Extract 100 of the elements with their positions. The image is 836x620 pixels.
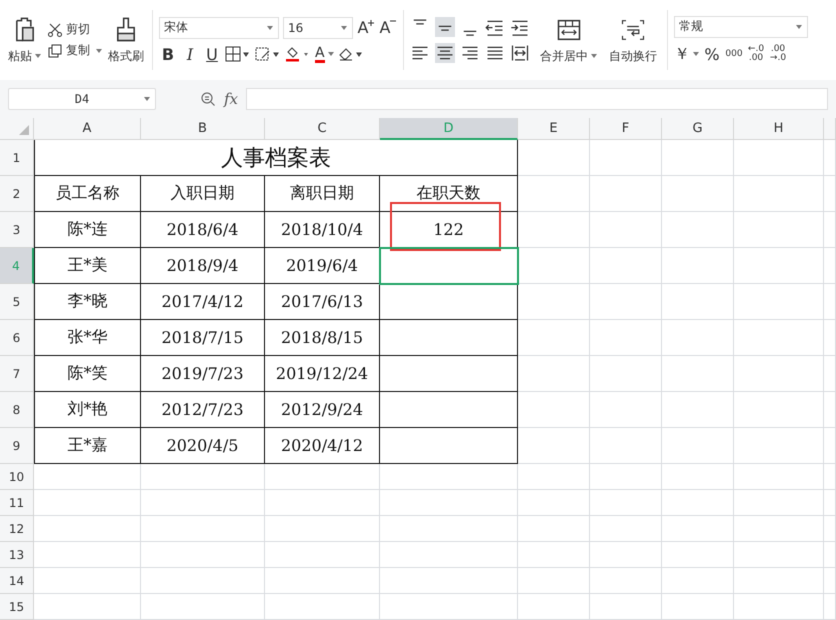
formula-input[interactable] [246,88,828,110]
row-header[interactable]: 12 [0,516,34,542]
table-cell: 王*美 [68,255,108,276]
row-header[interactable]: 8 [0,392,34,428]
align-center-icon[interactable] [435,43,455,63]
merge-center-button[interactable]: 合并居中 [536,14,601,66]
thousands-separator-button[interactable]: 000 [725,49,743,59]
column-header[interactable]: F [590,118,662,140]
format-painter-button[interactable]: 格式刷 [106,14,146,66]
row-header[interactable]: 9 [0,428,34,464]
caret-icon [144,97,150,101]
table-cell: 员工名称 [56,183,120,204]
empty-cell[interactable] [380,392,518,428]
row-header[interactable]: 11 [0,490,34,516]
decrease-decimal-button[interactable]: .00 →.0 [769,45,787,63]
empty-cell[interactable] [380,356,518,392]
caret-icon [96,48,102,52]
row-header[interactable]: 1 [0,140,34,176]
wrap-text-button[interactable]: 自动换行 [605,14,661,66]
font-name-dropdown[interactable]: 宋体 [159,16,279,38]
table-cell: 2017/6/13 [280,292,364,311]
row-header[interactable]: 3 [0,212,34,248]
font-color-button[interactable]: A [315,46,334,62]
empty-cell[interactable] [380,284,518,320]
zoom-icon[interactable] [200,91,216,107]
column-header[interactable]: A [34,118,141,140]
cell-style-icon[interactable] [255,46,281,62]
table-cell: 2019/12/24 [276,364,368,383]
plus-icon [368,20,374,26]
bold-button[interactable]: B [159,44,177,64]
active-cell[interactable] [380,248,518,284]
table-cell: 2019/6/4 [286,256,358,275]
align-middle-icon[interactable] [435,17,455,37]
caret-icon [591,54,597,58]
row-header[interactable]: 13 [0,542,34,568]
caret-icon [341,26,347,30]
table-cell: 2018/10/4 [280,220,364,239]
caret-icon [796,24,802,28]
italic-button[interactable]: I [181,44,199,64]
percent-button[interactable]: % [703,44,721,64]
table-cell: 李*晓 [68,291,108,312]
sheet-title: 人事档案表 [221,144,331,172]
function-label[interactable]: fx [224,90,238,108]
table-cell: 2020/4/5 [166,436,238,455]
table-cell: 张*华 [68,327,108,348]
scissors-icon [47,22,63,38]
table-cell: 王*嘉 [68,435,108,456]
column-header[interactable]: B [141,118,265,140]
row-header[interactable]: 5 [0,284,34,320]
table-cell: 刘*艳 [68,399,108,420]
column-header[interactable]: C [265,118,380,140]
borders-icon[interactable] [225,46,251,62]
fill-color-icon[interactable] [285,46,311,62]
row-header[interactable]: 15 [0,594,34,620]
eraser-icon[interactable] [338,46,364,62]
font-size-dropdown[interactable]: 16 [283,16,353,38]
row-header[interactable]: 14 [0,568,34,594]
empty-cell[interactable] [380,428,518,464]
paste-button[interactable]: 粘贴 [6,14,43,66]
table-cell: 2017/4/12 [161,292,244,311]
table-cell: 2012/9/24 [280,400,364,419]
table-cell: 2018/6/4 [166,220,238,239]
table-cell: 2012/7/23 [161,400,244,419]
caret-icon [267,26,273,30]
caret-icon [35,54,41,58]
table-cell: 陈*连 [68,219,108,240]
table-cell: 2018/7/15 [161,328,244,347]
column-header[interactable]: E [518,118,590,140]
cell-reference-field[interactable]: D4 [8,88,156,110]
column-header[interactable]: H [734,118,824,140]
number-format-dropdown[interactable]: 常规 [674,16,808,38]
row-header[interactable]: 7 [0,356,34,392]
copy-icon [47,42,63,58]
row-header[interactable]: 6 [0,320,34,356]
empty-cell[interactable] [380,320,518,356]
row-header[interactable]: 10 [0,464,34,490]
underline-button[interactable]: U [203,44,221,64]
decrease-font-button[interactable]: A [379,18,397,37]
caret-icon [693,52,699,56]
table-cell: 2019/7/23 [161,364,244,383]
table-cell: 离职日期 [290,183,354,204]
caret-icon [328,52,334,56]
column-header[interactable]: G [662,118,734,140]
increase-decimal-button[interactable]: ←.0 .00 [747,45,765,63]
column-header[interactable] [824,118,836,140]
table-cell: 2020/4/12 [280,436,364,455]
table-cell: 2018/8/15 [280,328,364,347]
table-cell: 2018/9/4 [166,256,238,275]
align-distributed-icon[interactable] [510,43,530,63]
cut-button[interactable]: 剪切 [47,21,102,38]
table-cell: 在职天数 [416,183,480,204]
increase-font-button[interactable]: A [357,18,375,37]
copy-button[interactable]: 复制 [47,42,102,59]
table-cell: 陈*笑 [68,363,108,384]
currency-button[interactable]: ￥ [674,44,699,64]
table-cell: 122 [433,220,464,239]
select-all-button[interactable] [0,118,34,140]
select-all-icon[interactable] [18,124,30,136]
row-header[interactable]: 2 [0,176,34,212]
table-cell: 入职日期 [170,183,234,204]
